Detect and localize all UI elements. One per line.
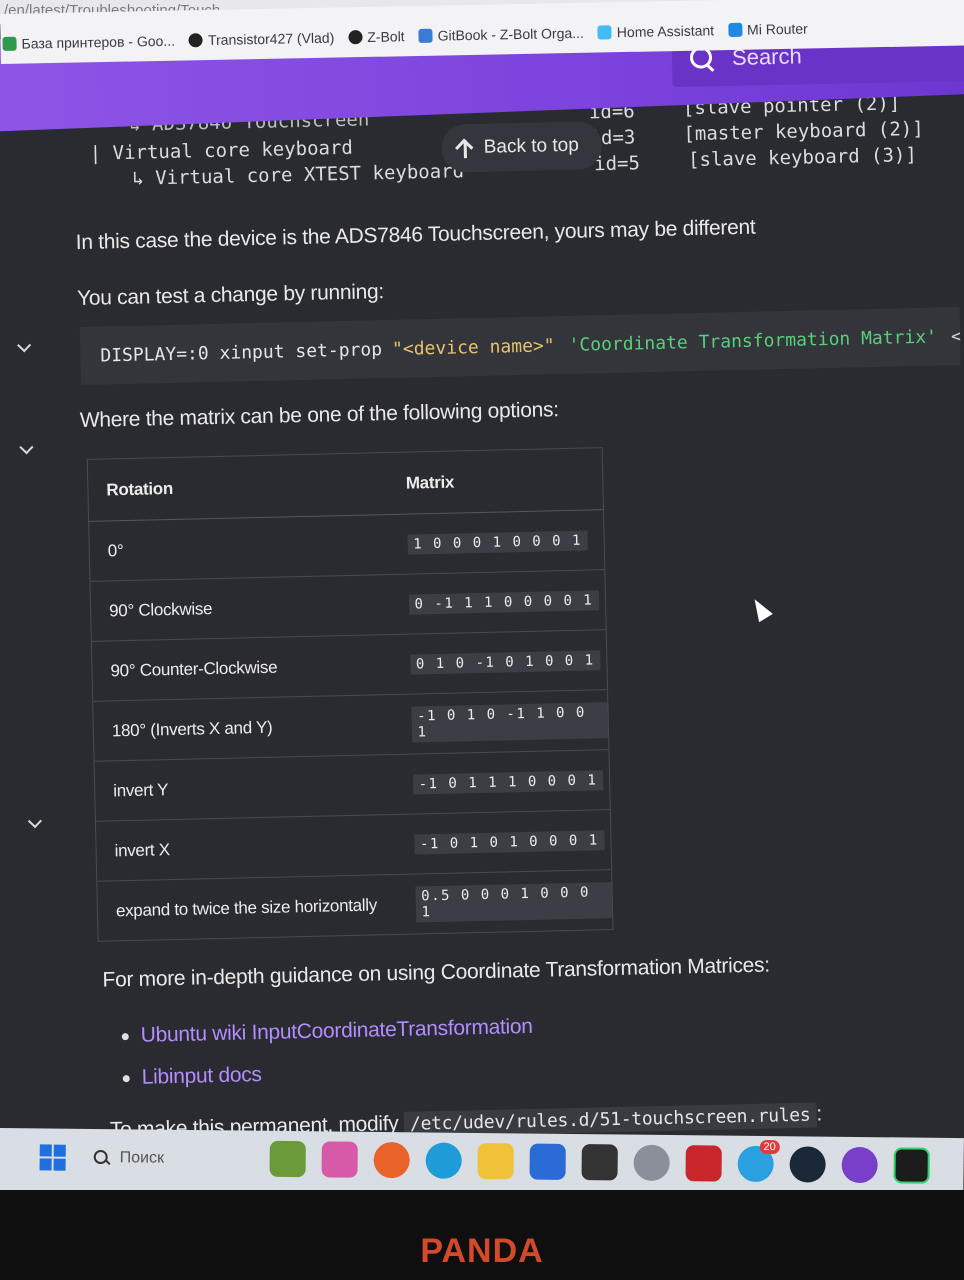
chevron-down-icon[interactable] — [16, 340, 32, 356]
telegram-icon[interactable]: 20 — [737, 1139, 780, 1183]
game-icon[interactable] — [269, 1140, 306, 1178]
search-icon — [94, 1150, 110, 1166]
pycharm-icon[interactable] — [893, 1147, 930, 1184]
command-part: 'Coordinate Transformation Matrix' — [568, 326, 938, 356]
paragraph-test: You can test a change by running: — [76, 280, 385, 311]
bookmark-item[interactable]: Home Assistant — [597, 22, 715, 41]
bookmark-item[interactable]: База принтеров - Goo... — [2, 33, 175, 52]
taskbar-search-label: Поиск — [119, 1149, 165, 1167]
home-assistant-icon — [597, 25, 612, 40]
matrix-cell: 0.5 0 0 0 1 0 0 0 1 — [396, 869, 614, 935]
command-part: "<device name>" — [391, 334, 555, 360]
list-item: Libinput docs — [122, 1063, 262, 1090]
matrix-cell: -1 0 1 1 1 0 0 0 1 — [393, 749, 611, 815]
steam-icon[interactable] — [789, 1146, 826, 1183]
list-item: Ubuntu wiki InputCoordinateTransformatio… — [121, 1015, 533, 1048]
matrix-cell: -1 0 1 0 -1 1 0 0 1 — [392, 689, 609, 755]
command-code-block[interactable]: DISPLAY=:0 xinput set-prop "<device name… — [79, 307, 961, 385]
back-to-top-label: Back to top — [483, 134, 580, 158]
column-header-rotation: Rotation — [87, 452, 389, 522]
taskbar-search[interactable]: Поиск — [80, 1141, 260, 1177]
chevron-down-icon[interactable] — [18, 442, 34, 458]
bookmark-item[interactable]: Transistor427 (Vlad) — [188, 29, 335, 49]
permanent-suffix: : — [816, 1102, 823, 1126]
code-line: | Virtual core keyboard — [89, 136, 354, 165]
rules-file-path: /etc/udev/rules.d/51-touchscreen.rules — [403, 1102, 817, 1137]
matrix-code: 0 -1 1 1 0 0 0 0 1 — [408, 590, 600, 615]
ubuntu-wiki-link[interactable]: Ubuntu wiki InputCoordinateTransformatio… — [141, 1015, 533, 1047]
arrow-up-icon — [456, 138, 474, 158]
bookmark-label: Z-Bolt — [367, 28, 405, 45]
rotation-cell: 0° — [88, 514, 390, 582]
paint-icon[interactable] — [321, 1141, 358, 1178]
windows-start-icon[interactable] — [39, 1144, 66, 1171]
libinput-docs-link[interactable]: Libinput docs — [141, 1063, 261, 1089]
matrix-cell: 1 0 0 0 1 0 0 0 1 — [388, 509, 605, 575]
rotation-cell: 180° (Inverts X and Y) — [92, 694, 394, 762]
sheets-icon — [2, 36, 17, 51]
notification-badge: 20 — [759, 1139, 780, 1155]
monitor-photo: ↳ ADS7846 Touchscreen | Virtual core key… — [0, 0, 964, 1280]
matrix-cell: -1 0 1 0 1 0 0 0 1 — [395, 809, 612, 875]
code-role: [slave keyboard (3)] — [687, 143, 918, 172]
terminal-icon[interactable] — [581, 1144, 618, 1181]
table-header-row: Rotation Matrix — [87, 447, 604, 522]
rotation-cell: expand to twice the size horizontally — [96, 874, 399, 942]
settings-icon[interactable] — [633, 1144, 670, 1182]
paragraph-matrix-intro: Where the matrix can be one of the follo… — [79, 398, 560, 433]
matrix-table: Rotation Matrix 0° 1 0 0 0 1 0 0 0 1 90°… — [86, 447, 614, 942]
solidworks-icon[interactable] — [685, 1145, 722, 1182]
gitbook-icon — [418, 28, 433, 43]
back-to-top-button[interactable]: Back to top — [441, 121, 603, 173]
bookmark-item[interactable]: GitBook - Z-Bolt Orga... — [418, 25, 584, 44]
matrix-code: -1 0 1 0 1 0 0 0 1 — [413, 830, 605, 855]
paragraph-guidance: For more in-depth guidance on using Coor… — [102, 953, 771, 992]
bookmark-label: База принтеров - Goo... — [21, 32, 176, 52]
matrix-code: 1 0 0 0 1 0 0 0 1 — [406, 530, 589, 555]
chevron-down-icon[interactable] — [27, 816, 43, 832]
bookmark-item[interactable]: Z-Bolt — [348, 28, 405, 45]
matrix-code: -1 0 1 0 -1 1 0 0 1 — [410, 701, 609, 743]
matrix-code: 0 1 0 -1 0 1 0 0 1 — [409, 650, 601, 675]
taskbar-apps: 20 — [269, 1139, 930, 1184]
edge-icon[interactable] — [425, 1142, 462, 1179]
rotation-cell: invert Y — [94, 754, 396, 822]
monitor-brand-logo: PANDA — [420, 1232, 544, 1270]
bullet-icon — [122, 1075, 130, 1083]
github-icon[interactable] — [841, 1146, 878, 1184]
matrix-cell: 0 1 0 -1 0 1 0 0 1 — [391, 629, 608, 695]
bookmark-label: Mi Router — [746, 20, 808, 38]
code-role: [master keyboard (2)] — [683, 117, 924, 146]
store-icon[interactable] — [529, 1143, 566, 1180]
code-id: id=5 — [593, 152, 641, 176]
bookmark-label: Transistor427 (Vlad) — [207, 29, 335, 49]
rotation-cell: invert X — [95, 814, 397, 882]
bookmark-label: GitBook - Z-Bolt Orga... — [437, 24, 584, 44]
column-header-matrix: Matrix — [387, 447, 604, 515]
github-icon — [188, 33, 204, 48]
matrix-code: 0.5 0 0 0 1 0 0 0 1 — [414, 881, 613, 923]
bullet-icon — [121, 1033, 129, 1041]
mouse-cursor-icon — [747, 595, 773, 623]
command-part: < — [950, 325, 961, 347]
paragraph-device: In this case the device is the ADS7846 T… — [75, 215, 756, 255]
docs-content: ↳ ADS7846 Touchscreen | Virtual core key… — [0, 0, 964, 1151]
rotation-cell: 90° Counter-Clockwise — [91, 634, 393, 702]
matrix-code: -1 0 1 1 1 0 0 0 1 — [412, 770, 604, 795]
bookmark-label: Home Assistant — [616, 22, 715, 41]
rotation-cell: 90° Clockwise — [89, 574, 392, 642]
wifi-icon — [727, 22, 743, 38]
command-part: DISPLAY=:0 xinput set-prop — [100, 338, 383, 367]
table-row: expand to twice the size horizontally 0.… — [96, 869, 614, 942]
github-icon — [348, 30, 363, 45]
files-icon[interactable] — [477, 1143, 514, 1180]
matrix-cell: 0 -1 1 1 0 0 0 0 1 — [389, 569, 607, 635]
bookmark-item[interactable]: Mi Router — [727, 20, 808, 38]
firefox-icon[interactable] — [373, 1141, 410, 1179]
code-line: ↳ Virtual core XTEST keyboard — [132, 160, 465, 190]
